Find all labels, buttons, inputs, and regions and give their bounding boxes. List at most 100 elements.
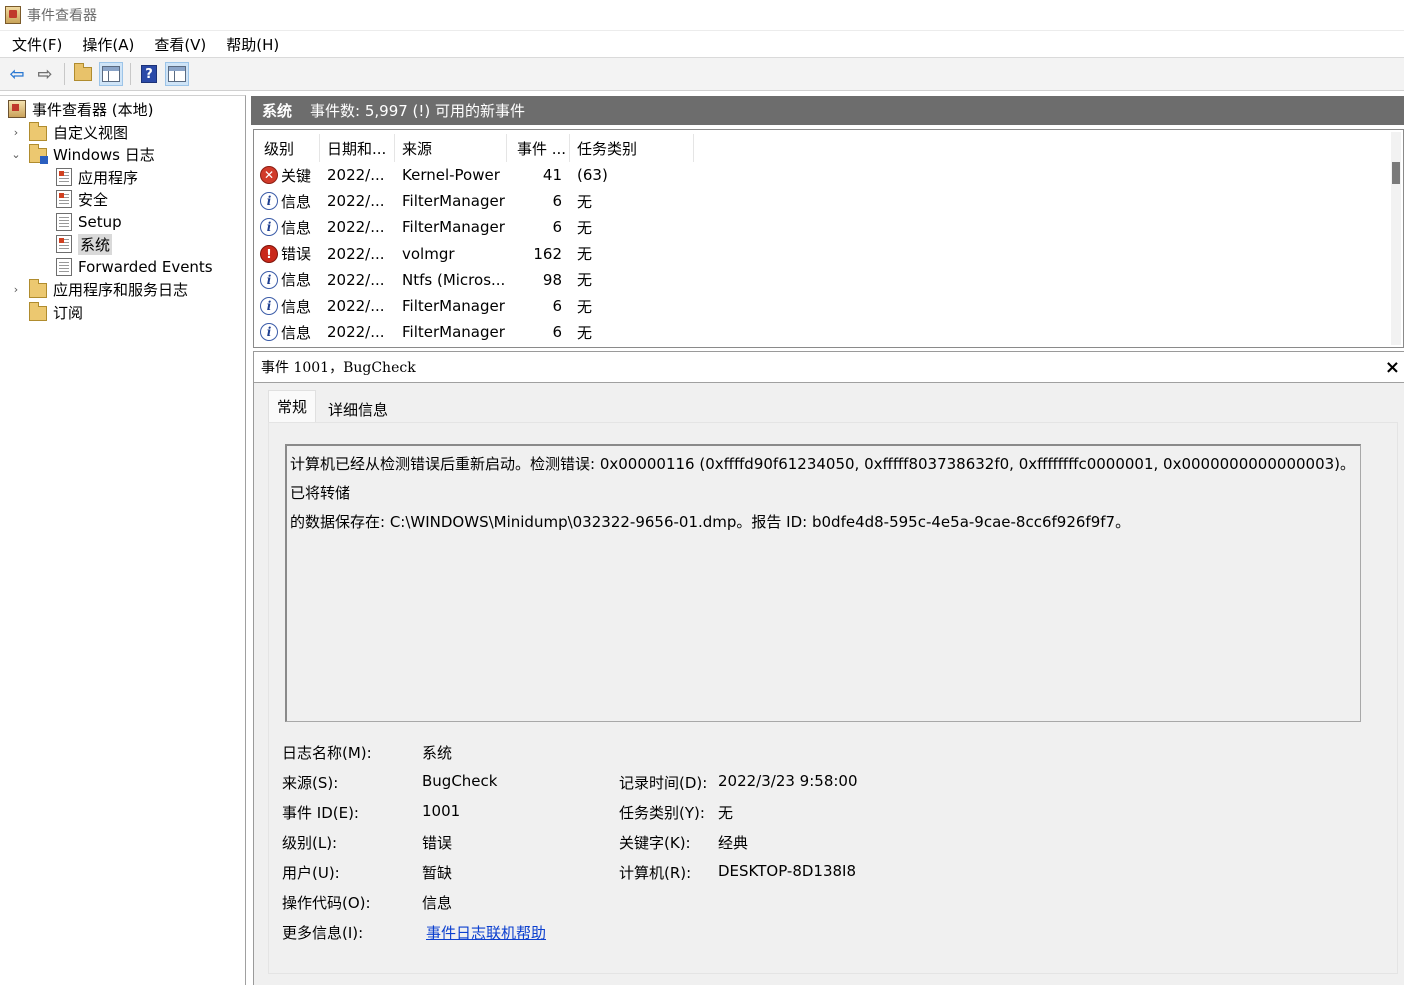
event-list-scrollbar[interactable] bbox=[1391, 132, 1401, 345]
column-header-level[interactable]: 级别 bbox=[256, 137, 319, 159]
event-row[interactable]: i 信息 2022/... FilterManager 6 无 bbox=[256, 188, 1391, 214]
tree-item-system[interactable]: 系统 bbox=[52, 233, 113, 255]
cell-source: FilterManager bbox=[402, 214, 506, 240]
cell-level: i 信息 bbox=[260, 293, 315, 319]
tree-item-setup[interactable]: Setup bbox=[56, 211, 122, 233]
cell-event-id-text: 6 bbox=[552, 218, 562, 237]
column-header-source[interactable]: 来源 bbox=[394, 137, 506, 159]
user-value: 暂缺 bbox=[422, 864, 453, 882]
info-icon: i bbox=[260, 192, 278, 211]
general-tab-body: 计算机已经从检测错误后重新启动。检测错误: 0x00000116 (0xffff… bbox=[268, 422, 1398, 974]
tree-item-custom-views[interactable]: › 自定义视图 bbox=[9, 121, 128, 143]
cell-event-id: 6 bbox=[509, 319, 562, 345]
help-button[interactable]: ? bbox=[137, 62, 161, 86]
tree-label: 安全 bbox=[78, 190, 109, 209]
event-row[interactable]: i 信息 2022/... FilterManager 6 无 bbox=[256, 214, 1391, 240]
cell-source: volmgr bbox=[402, 241, 506, 267]
event-description-line: 计算机已经从检测错误后重新启动。检测错误: 0x00000116 (0xffff… bbox=[290, 455, 1356, 502]
back-button[interactable]: ⇦ bbox=[5, 62, 29, 86]
tree-item-root[interactable]: 事件查看器 (本地) bbox=[8, 98, 153, 120]
show-hide-console-tree-button[interactable] bbox=[99, 62, 123, 86]
chevron-right-icon[interactable]: › bbox=[9, 126, 23, 139]
computer-label: 计算机(R): bbox=[619, 864, 692, 882]
cell-event-id-text: 6 bbox=[552, 323, 562, 342]
column-divider[interactable] bbox=[693, 134, 694, 162]
chevron-down-icon[interactable]: ⌄ bbox=[9, 148, 23, 161]
tree-item-application[interactable]: 应用程序 bbox=[56, 166, 138, 188]
task-category-value: 无 bbox=[718, 804, 734, 822]
tree-label: 应用程序和服务日志 bbox=[53, 280, 189, 299]
tab-general[interactable]: 常规 bbox=[268, 390, 317, 422]
scrollbar-thumb[interactable] bbox=[1392, 162, 1400, 184]
event-row[interactable]: i 信息 2022/... Ntfs (Micros... 98 无 bbox=[256, 267, 1391, 293]
log-icon bbox=[56, 168, 72, 186]
tree-item-app-services-logs[interactable]: › 应用程序和服务日志 bbox=[9, 278, 188, 300]
level-label: 级别(L): bbox=[282, 834, 338, 852]
menu-view[interactable]: 查看(V) bbox=[144, 34, 216, 55]
menu-file[interactable]: 文件(F) bbox=[0, 34, 72, 55]
computer-value: DESKTOP-8D138I8 bbox=[718, 862, 857, 880]
more-info-label: 更多信息(I): bbox=[282, 924, 364, 942]
tab-details[interactable]: 详细信息 bbox=[320, 393, 396, 425]
keywords-value: 经典 bbox=[718, 834, 749, 852]
cell-date: 2022/... bbox=[327, 267, 394, 293]
chevron-right-icon[interactable]: › bbox=[9, 283, 23, 296]
cell-event-id: 6 bbox=[509, 214, 562, 240]
cell-task-category-text: 无 bbox=[577, 271, 593, 290]
cell-task-category-text: 无 bbox=[577, 297, 593, 316]
event-id-label: 事件 ID(E): bbox=[282, 804, 359, 822]
event-row[interactable]: ! 错误 2022/... volmgr 162 无 bbox=[256, 241, 1391, 267]
cell-level-text: 关键 bbox=[281, 166, 312, 185]
critical-icon: ✕ bbox=[260, 166, 278, 184]
tree-item-windows-logs[interactable]: ⌄ Windows 日志 bbox=[9, 143, 155, 165]
tree-item-forwarded-events[interactable]: Forwarded Events bbox=[56, 256, 213, 278]
log-icon bbox=[56, 235, 72, 253]
event-log-online-help-link[interactable]: 事件日志联机帮助 bbox=[426, 922, 546, 943]
show-hide-action-pane-button[interactable] bbox=[165, 62, 189, 86]
cell-event-id-text: 162 bbox=[533, 244, 562, 263]
info-icon: i bbox=[260, 297, 278, 315]
cell-task-category: 无 bbox=[577, 214, 693, 240]
cell-level-text: 信息 bbox=[281, 271, 312, 290]
cell-source: FilterManager bbox=[402, 293, 506, 319]
menu-help[interactable]: 帮助(H) bbox=[216, 34, 289, 55]
event-row[interactable]: i 信息 2022/... FilterManager 6 无 bbox=[256, 293, 1391, 319]
cell-event-id: 98 bbox=[509, 267, 562, 293]
opcode-value: 信息 bbox=[422, 894, 453, 912]
cell-level: i 信息 bbox=[260, 267, 315, 293]
event-row[interactable]: ✕ 关键 2022/... Kernel-Power 41 (63) bbox=[256, 162, 1391, 188]
up-folder-icon bbox=[74, 63, 92, 81]
cell-source-text: FilterManager bbox=[402, 297, 505, 315]
cell-task-category-text: 无 bbox=[577, 218, 593, 237]
cell-event-id-text: 98 bbox=[542, 270, 562, 289]
cell-event-id: 6 bbox=[509, 188, 562, 214]
column-divider[interactable] bbox=[506, 134, 507, 162]
forward-button[interactable]: ⇨ bbox=[33, 62, 57, 86]
log-title: 系统 bbox=[262, 102, 293, 120]
close-icon[interactable]: × bbox=[1385, 357, 1400, 378]
cell-task-category: 无 bbox=[577, 319, 693, 345]
cell-task-category: 无 bbox=[577, 293, 693, 319]
cell-date-text: 2022/... bbox=[327, 323, 385, 342]
up-folder-button[interactable] bbox=[71, 62, 95, 86]
tree-item-subscriptions[interactable]: 订阅 bbox=[29, 301, 83, 323]
column-header-date[interactable]: 日期和... bbox=[319, 137, 394, 159]
toolbar-separator bbox=[64, 63, 65, 85]
column-header-event-id[interactable]: 事件 ... bbox=[509, 137, 569, 159]
tree-label: 事件查看器 (本地) bbox=[32, 100, 154, 119]
menu-action[interactable]: 操作(A) bbox=[72, 34, 144, 55]
log-icon bbox=[56, 190, 72, 208]
tree-label: 自定义视图 bbox=[53, 123, 129, 142]
tree-item-security[interactable]: 安全 bbox=[56, 188, 108, 210]
column-header-task-category[interactable]: 任务类别 bbox=[569, 137, 693, 159]
event-row[interactable]: i 信息 2022/... FilterManager 6 无 bbox=[256, 319, 1391, 345]
cell-source: FilterManager bbox=[402, 188, 506, 214]
level-value: 错误 bbox=[422, 834, 453, 852]
opcode-label: 操作代码(O): bbox=[282, 894, 371, 912]
cell-date-text: 2022/... bbox=[327, 218, 385, 237]
log-icon bbox=[56, 258, 72, 276]
event-description[interactable]: 计算机已经从检测错误后重新启动。检测错误: 0x00000116 (0xffff… bbox=[285, 444, 1361, 722]
cell-date: 2022/... bbox=[327, 162, 394, 188]
cell-task-category-text: (63) bbox=[577, 166, 608, 184]
event-viewer-app-icon bbox=[5, 6, 21, 24]
